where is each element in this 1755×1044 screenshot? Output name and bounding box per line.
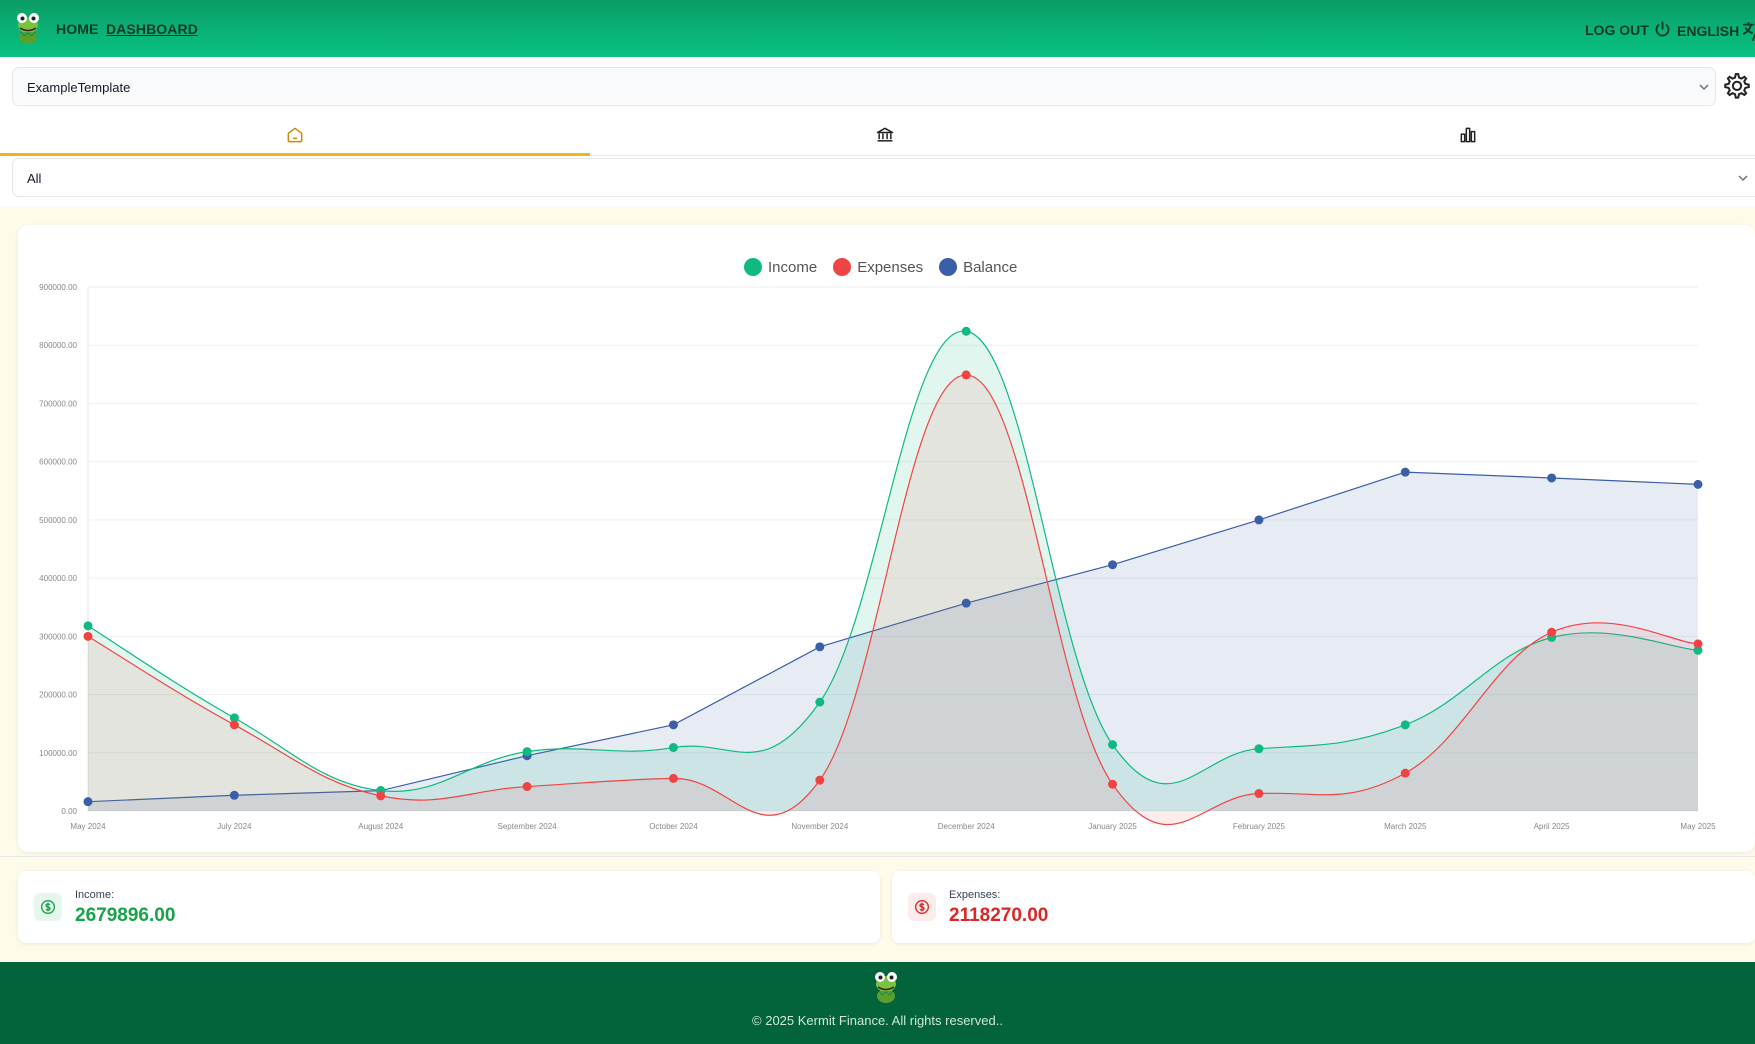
expenses-label: Expenses: [949,889,1001,901]
data-point-expenses [376,791,386,801]
y-tick-label: 200000.00 [39,691,77,700]
dollar-circle-icon [908,893,936,921]
y-tick-label: 300000.00 [39,632,77,641]
data-point-income [668,743,678,753]
expenses-value: 2118270.00 [949,905,1049,926]
y-tick-label: 800000.00 [39,341,77,350]
x-tick-label: March 2025 [1384,822,1427,831]
data-point-balance [1693,479,1703,489]
data-point-balance [1108,560,1118,570]
data-point-income [961,326,971,336]
data-point-expenses [1254,789,1264,799]
data-point-expenses [229,720,239,730]
income-summary-card: Income: 2679896.00 [18,871,880,943]
footer-copyright: © 2025 Kermit Finance. All rights reserv… [752,1013,1003,1028]
y-tick-label: 700000.00 [39,399,77,408]
data-point-income [1400,720,1410,730]
data-point-income [1254,744,1264,754]
data-point-expenses [83,631,93,641]
data-point-income [815,697,825,707]
x-tick-label: July 2024 [217,822,252,831]
income-label: Income: [75,889,115,901]
data-point-income [1108,740,1118,750]
data-point-balance [1400,467,1410,477]
y-tick-label: 0.00 [61,807,77,816]
financial-area-chart: 0.00 100000.00 200000.00 300000.00 400000.00… [39,283,1716,831]
y-tick-label: 900000.00 [39,283,77,292]
data-point-income [83,621,93,631]
x-tick-label: November 2024 [791,822,848,831]
x-tick-label: February 2025 [1233,822,1286,831]
data-point-expenses [522,782,532,792]
y-tick-label: 500000.00 [39,516,77,525]
x-tick-label: May 2025 [1680,822,1716,831]
data-point-balance [961,598,971,608]
y-tick-label: 100000.00 [39,749,77,758]
x-tick-label: August 2024 [358,822,403,831]
data-point-expenses [1400,768,1410,778]
y-tick-label: 400000.00 [39,574,77,583]
x-tick-label: January 2025 [1088,822,1137,831]
expenses-summary-card: Expenses: 2118270.00 [892,871,1755,943]
data-point-balance [83,797,93,807]
data-point-balance [1547,473,1557,483]
y-tick-label: 600000.00 [39,458,77,467]
data-point-balance [229,790,239,800]
x-tick-label: May 2024 [70,822,106,831]
x-tick-label: December 2024 [938,822,995,831]
data-point-expenses [1108,779,1118,789]
data-point-expenses [961,370,971,380]
income-value: 2679896.00 [75,905,176,926]
x-tick-label: October 2024 [649,822,698,831]
footer: © 2025 Kermit Finance. All rights reserv… [0,962,1755,1044]
data-point-income [522,747,532,757]
data-point-balance [1254,515,1264,525]
frog-logo [875,972,897,1003]
data-point-expenses [815,775,825,785]
data-point-expenses [1547,627,1557,637]
dollar-circle-icon [34,893,62,921]
x-tick-label: April 2025 [1534,822,1571,831]
data-point-expenses [1693,639,1703,649]
section-divider [0,856,1755,857]
data-point-balance [668,720,678,730]
data-point-balance [815,642,825,652]
x-tick-label: September 2024 [498,822,558,831]
data-point-expenses [668,773,678,783]
